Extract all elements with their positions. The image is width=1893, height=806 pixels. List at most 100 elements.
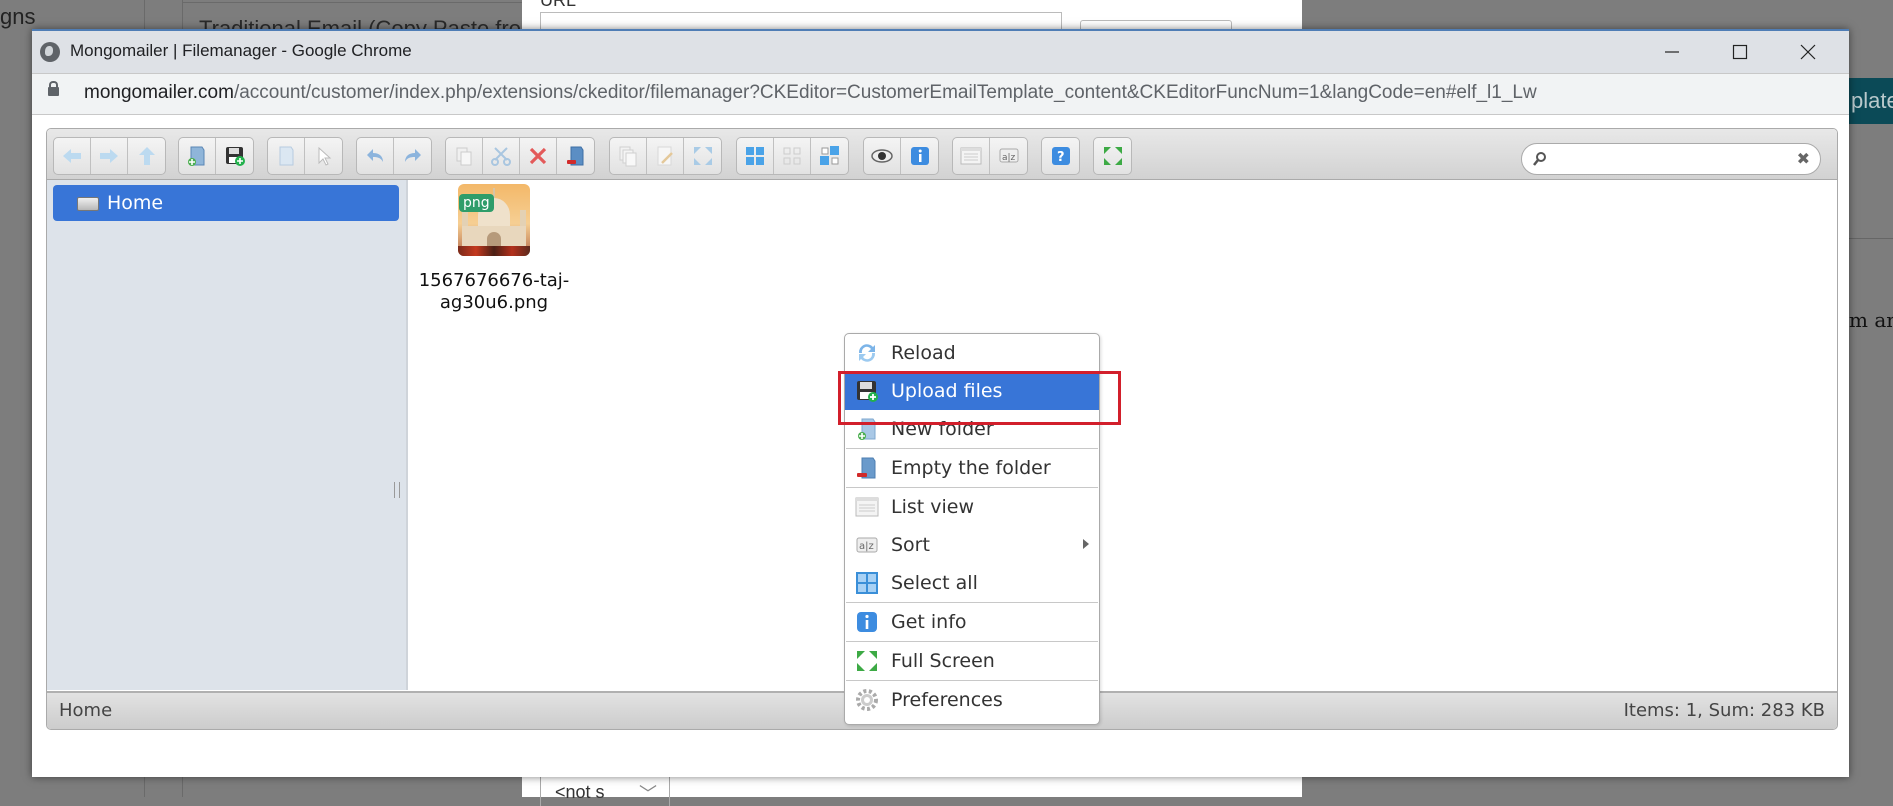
up-button[interactable] — [128, 138, 165, 174]
menu-item-label: New folder — [891, 418, 994, 440]
upload-button[interactable] — [216, 138, 253, 174]
context-menu: Reload Upload files New folder Empty the… — [844, 333, 1100, 725]
menu-item-label: Preferences — [891, 689, 1003, 711]
copy-button[interactable] — [446, 138, 483, 174]
list-view-button[interactable] — [953, 138, 990, 174]
menu-item-label: Reload — [891, 342, 956, 364]
toolbar-group-navigation — [53, 137, 166, 175]
svg-text:a|z: a|z — [1002, 153, 1016, 163]
back-button[interactable] — [54, 138, 91, 174]
toolbar-group-history — [356, 137, 432, 175]
toolbar-group-help: ? — [1041, 137, 1080, 175]
toolbar-group-create — [178, 137, 254, 175]
clear-search-icon[interactable]: ✖ — [1797, 149, 1810, 168]
cursor-icon — [318, 146, 331, 166]
select-all-button[interactable] — [737, 138, 774, 174]
url-text[interactable]: mongomailer.com/account/customer/index.p… — [84, 82, 1537, 104]
forward-button[interactable] — [91, 138, 128, 174]
toolbar-group-edit — [445, 137, 595, 175]
eye-icon — [871, 149, 893, 163]
file-area[interactable]: png 1567676676-taj-ag30u6.png — [408, 180, 1837, 690]
toolbar-group-selection — [736, 137, 849, 175]
empty-folder-button[interactable] — [557, 138, 594, 174]
resize-button[interactable] — [684, 138, 721, 174]
menu-item-preferences[interactable]: Preferences — [845, 681, 1099, 719]
select-none-icon — [783, 147, 801, 165]
duplicate-button[interactable] — [610, 138, 647, 174]
info-icon — [910, 147, 929, 165]
menu-item-label: Sort — [891, 534, 930, 556]
help-button[interactable]: ? — [1042, 138, 1079, 174]
menu-item-label: Select all — [891, 572, 978, 594]
menu-item-select-all[interactable]: Select all — [845, 564, 1099, 602]
select-invert-button[interactable] — [811, 138, 848, 174]
close-button[interactable] — [1774, 31, 1842, 73]
tree-item-home[interactable]: Home — [53, 185, 399, 221]
menu-item-get-info[interactable]: Get info — [845, 603, 1099, 641]
empty-folder-icon — [566, 146, 583, 166]
resize-handle[interactable] — [394, 482, 400, 498]
undo-button[interactable] — [357, 138, 394, 174]
delete-button[interactable] — [520, 138, 557, 174]
chevron-down-icon: ﹀ — [639, 784, 657, 804]
help-icon: ? — [1051, 147, 1070, 165]
info-icon — [857, 612, 877, 632]
window-title: Mongomailer | Filemanager - Google Chrom… — [70, 41, 412, 60]
submenu-arrow-icon — [1083, 539, 1089, 549]
select-none-button[interactable] — [774, 138, 811, 174]
toolbar-group-layout: a|z — [952, 137, 1028, 175]
tree-item-label: Home — [107, 192, 164, 214]
menu-item-sort[interactable]: a|z Sort — [845, 526, 1099, 564]
close-icon — [1800, 44, 1816, 60]
info-button[interactable] — [901, 138, 938, 174]
fullscreen-button[interactable] — [1094, 138, 1131, 174]
toolbar: a|z ? ✖ — [47, 129, 1837, 180]
bg-nav-text: gns — [0, 4, 36, 29]
svg-text:?: ? — [1057, 150, 1065, 165]
preview-button[interactable] — [864, 138, 901, 174]
bg-divider — [1849, 238, 1893, 239]
new-folder-icon — [188, 146, 205, 166]
resize-icon — [693, 147, 712, 165]
drive-icon — [77, 197, 99, 211]
rename-button[interactable] — [647, 138, 684, 174]
file-type-badge: png — [459, 194, 494, 212]
menu-item-empty-folder[interactable]: Empty the folder — [845, 449, 1099, 487]
empty-folder-icon — [857, 457, 876, 479]
menu-item-new-folder[interactable]: New folder — [845, 410, 1099, 448]
rename-icon — [657, 146, 673, 166]
menu-item-label: Get info — [891, 611, 967, 633]
list-view-icon — [855, 497, 879, 517]
copy-icon — [456, 147, 472, 166]
undo-icon — [367, 149, 383, 162]
minimize-icon — [1665, 51, 1679, 53]
bg-select: <not s ﹀ — [540, 775, 670, 806]
redo-icon — [404, 149, 421, 162]
menu-item-list-view[interactable]: List view — [845, 488, 1099, 526]
title-bar[interactable]: Mongomailer | Filemanager - Google Chrom… — [32, 31, 1849, 73]
sort-button[interactable]: a|z — [990, 138, 1027, 174]
fullscreen-icon — [857, 651, 877, 671]
cut-button[interactable] — [483, 138, 520, 174]
minimize-button[interactable] — [1638, 31, 1706, 73]
address-bar[interactable]: mongomailer.com/account/customer/index.p… — [32, 73, 1849, 115]
file-item[interactable]: png 1567676676-taj-ag30u6.png — [414, 184, 574, 314]
redo-button[interactable] — [394, 138, 431, 174]
bg-template-button: plate — [1849, 78, 1893, 124]
sort-icon: a|z — [999, 148, 1018, 163]
new-folder-button[interactable] — [179, 138, 216, 174]
menu-item-upload-files[interactable]: Upload files — [845, 372, 1099, 410]
new-folder-icon — [858, 418, 876, 440]
menu-item-reload[interactable]: Reload — [845, 334, 1099, 372]
open-button[interactable] — [268, 138, 305, 174]
select-button[interactable] — [305, 138, 342, 174]
search-box: ✖ — [1521, 143, 1821, 175]
maximize-button[interactable] — [1706, 31, 1774, 73]
upload-icon — [225, 147, 245, 166]
menu-item-label: List view — [891, 496, 975, 518]
search-input[interactable] — [1554, 148, 1788, 170]
status-summary: Items: 1, Sum: 283 KB — [1623, 700, 1825, 721]
reload-icon — [858, 344, 876, 362]
bg-body-text: m an — [1849, 308, 1893, 332]
menu-item-full-screen[interactable]: Full Screen — [845, 642, 1099, 680]
